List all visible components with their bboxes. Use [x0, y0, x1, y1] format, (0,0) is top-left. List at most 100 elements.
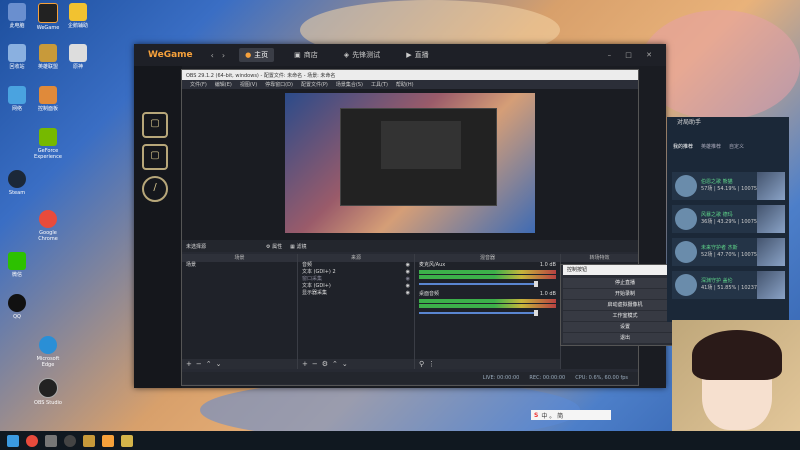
icon-label: 控制面板: [37, 106, 58, 112]
tab-store[interactable]: ▣ 商店: [288, 48, 324, 62]
hero-stat: 36场 | 43.29% | 10075: [701, 219, 758, 225]
wegame-logo[interactable]: WeGame: [148, 50, 193, 60]
eye-icon[interactable]: ◉: [406, 276, 410, 283]
add-icon[interactable]: +: [186, 360, 192, 368]
eye-icon[interactable]: ◉: [406, 262, 410, 269]
menu-icon[interactable]: ⋮: [428, 360, 435, 368]
menu-view[interactable]: 视图(V): [240, 81, 257, 88]
genshin-icon[interactable]: 原神: [63, 44, 93, 70]
hero-card[interactable]: 未来守护者 杰斯 52场 | 47.70% | 10075: [672, 238, 785, 266]
source-item[interactable]: 显示器采集 ◉: [298, 290, 414, 297]
down-icon[interactable]: ⌄: [342, 360, 348, 368]
sidebar-game-2[interactable]: ▢: [142, 144, 168, 170]
lol-icon[interactable]: 英雄联盟: [33, 44, 63, 70]
menu-help[interactable]: 帮助(H): [396, 81, 414, 88]
window-title: OBS 29.1.2 (64-bit, windows) - 配置文件: 未命名…: [186, 72, 336, 79]
menu-tools[interactable]: 工具(T): [371, 81, 388, 88]
sidebar-game-3[interactable]: /: [142, 176, 168, 202]
menu-profile[interactable]: 配置文件(P): [301, 81, 328, 88]
scene-item[interactable]: 场景: [182, 262, 297, 269]
wechat-icon[interactable]: 微信: [2, 252, 32, 278]
tab-custom[interactable]: 自定义: [729, 143, 744, 150]
wegame-taskbar-icon[interactable]: [102, 434, 114, 447]
exit-button[interactable]: 退出: [563, 333, 687, 344]
hero-card[interactable]: 伯恩之歌 熊猫 57场 | 54.19% | 10075: [672, 172, 785, 200]
slider-handle[interactable]: [534, 310, 538, 316]
chrome-taskbar-icon[interactable]: [26, 434, 38, 447]
network-icon[interactable]: 网络: [2, 86, 32, 112]
wegame-icon[interactable]: WeGame: [33, 3, 63, 31]
ime-mode: 中 。 简: [541, 412, 564, 420]
icon-label: GeForce Experience: [34, 148, 62, 160]
chrome-icon[interactable]: Google Chrome: [33, 210, 63, 242]
remove-icon[interactable]: −: [196, 360, 202, 368]
source-item[interactable]: 文本 (GDI+) 2 ◉: [298, 269, 414, 276]
tab-label: 直播: [414, 51, 429, 59]
settings-button[interactable]: 设置: [563, 322, 687, 333]
tab-home[interactable]: ● 主页: [239, 48, 275, 62]
lol-taskbar-icon[interactable]: [83, 434, 95, 447]
sidebar-game-1[interactable]: ▢: [142, 112, 168, 138]
hero-card[interactable]: 风暴之歌 德玛 36场 | 43.29% | 10075: [672, 205, 785, 233]
geforce-icon[interactable]: GeForce Experience: [33, 128, 63, 160]
menu-scene-collection[interactable]: 场景集合(S): [336, 81, 363, 88]
window-controls: – □ ✕: [607, 51, 658, 59]
eye-icon[interactable]: ◉: [406, 269, 410, 276]
hero-name: 伯恩之歌 熊猫: [701, 179, 733, 185]
eye-icon[interactable]: ◉: [406, 290, 410, 297]
menu-edit[interactable]: 编辑(E): [215, 81, 232, 88]
tab-beta[interactable]: ◈ 先锋测试: [338, 48, 386, 62]
obs-icon[interactable]: OBS Studio: [33, 378, 63, 406]
tab-hero-recommend[interactable]: 英雄推荐: [701, 143, 721, 150]
ime-toolbar[interactable]: S中 。 简: [531, 410, 611, 420]
edge-icon[interactable]: Microsoft Edge: [33, 336, 63, 368]
link-icon[interactable]: ⚲: [419, 360, 424, 368]
tab-live[interactable]: ▶ 直播: [400, 48, 434, 62]
menu-file[interactable]: 文件(F): [190, 81, 207, 88]
filters-button[interactable]: ▦ 滤镜: [290, 243, 306, 250]
gear-icon[interactable]: ⚙: [322, 360, 328, 368]
game-taskbar-icon[interactable]: [121, 434, 133, 447]
this-pc-icon[interactable]: 此电脑: [2, 3, 32, 29]
icon-label: WeGame: [36, 25, 60, 31]
preview-area[interactable]: [182, 89, 638, 240]
source-label: 音频: [302, 262, 313, 268]
settings-taskbar-icon[interactable]: [45, 434, 57, 447]
tab-label: 先锋测试: [352, 51, 381, 59]
back-icon[interactable]: ‹: [211, 51, 214, 60]
match-helper-panel: 对局助手 我的推荐 英雄推荐 自定义 伯恩之歌 熊猫 57场 | 54.19% |…: [667, 117, 789, 322]
obs-taskbar-icon[interactable]: [64, 434, 76, 447]
windows-start-icon[interactable]: [7, 434, 19, 447]
hero-card[interactable]: 深渊守护 盖伦 41场 | 51.85% | 10237: [672, 271, 785, 299]
tab-my-recommend[interactable]: 我的推荐: [673, 143, 693, 150]
volume-slider[interactable]: [419, 310, 538, 316]
ime-logo-icon: S: [534, 411, 539, 419]
slider-handle[interactable]: [534, 281, 538, 287]
source-item[interactable]: 文本 (GDI+) ◉: [298, 283, 414, 290]
add-icon[interactable]: +: [302, 360, 308, 368]
source-item[interactable]: 音频 ◉: [298, 262, 414, 269]
beta-icon: ◈: [343, 51, 350, 59]
remove-icon[interactable]: −: [312, 360, 318, 368]
up-icon[interactable]: ⌃: [206, 360, 212, 368]
filter-icon: ▦: [290, 243, 295, 250]
down-icon[interactable]: ⌄: [216, 360, 222, 368]
eye-icon[interactable]: ◉: [406, 283, 410, 290]
properties-button[interactable]: ⚙ 属性: [266, 243, 282, 250]
recycle-bin-icon[interactable]: 回收站: [2, 44, 32, 70]
cpu-status: CPU: 0.6%, 60.00 fps: [575, 375, 628, 381]
penguin-helper-icon[interactable]: 企鹅辅助: [63, 3, 93, 29]
steam-icon[interactable]: Steam: [2, 170, 32, 196]
forward-icon[interactable]: ›: [222, 51, 225, 60]
menu-docks[interactable]: 停靠窗口(D): [265, 81, 293, 88]
panel-title: 对局助手: [677, 119, 702, 126]
channel-level: 1.0 dB: [539, 291, 556, 297]
volume-slider[interactable]: [419, 281, 538, 287]
control-panel-icon[interactable]: 控制面板: [33, 86, 63, 112]
obs-menubar: 文件(F) 编辑(E) 视图(V) 停靠窗口(D) 配置文件(P) 场景集合(S…: [182, 80, 638, 89]
qq-icon[interactable]: QQ: [2, 294, 32, 320]
up-icon[interactable]: ⌃: [332, 360, 338, 368]
source-label: 窗口采集: [302, 276, 323, 282]
source-item[interactable]: 窗口采集 ◉: [298, 276, 414, 283]
hero-avatar: [675, 274, 697, 296]
